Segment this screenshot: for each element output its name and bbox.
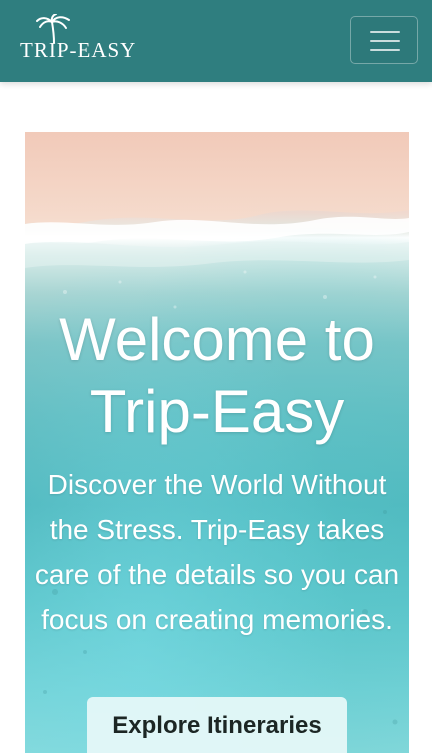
brand-logo[interactable]: TRIP-EASY — [20, 14, 150, 64]
navbar: TRIP-EASY — [0, 0, 432, 82]
hero-subtitle: Discover the World Without the Stress. T… — [34, 469, 400, 635]
hero-banner: Welcome to Trip-Easy Discover the World … — [25, 132, 409, 753]
explore-itineraries-button[interactable]: Explore Itineraries — [87, 697, 347, 753]
hero-title: Welcome to Trip-Easy — [59, 306, 375, 446]
brand-name: TRIP-EASY — [20, 38, 137, 62]
navbar-toggle-button[interactable] — [350, 16, 418, 64]
